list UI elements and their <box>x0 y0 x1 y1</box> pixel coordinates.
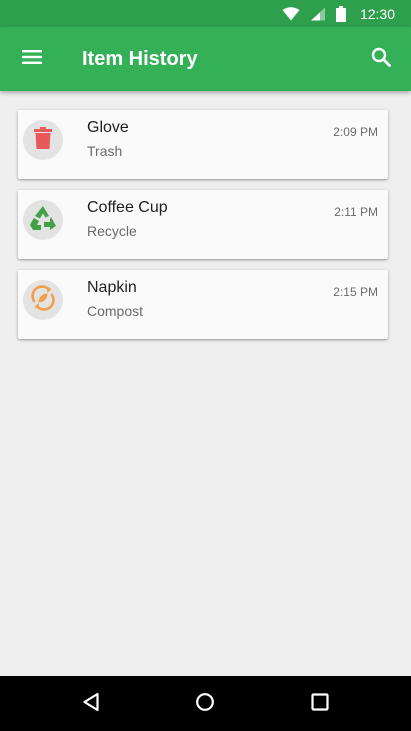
back-button[interactable] <box>74 687 108 721</box>
history-list: Glove Trash 2:09 PM Coffee Cup Recycle 2… <box>18 110 388 350</box>
item-avatar <box>23 120 63 160</box>
item-name: Glove <box>87 119 129 136</box>
navigation-bar <box>0 676 411 731</box>
recents-icon <box>311 692 329 716</box>
item-avatar <box>23 280 63 320</box>
item-category: Compost <box>87 303 144 319</box>
menu-button[interactable] <box>10 37 54 81</box>
wifi-icon <box>282 6 300 21</box>
recents-button[interactable] <box>303 687 337 721</box>
status-time: 12:30 <box>359 5 395 22</box>
history-item-glove[interactable]: Glove Trash 2:09 PM <box>18 110 388 179</box>
signal-icon <box>310 7 326 21</box>
search-icon <box>371 47 391 72</box>
home-icon <box>195 692 215 717</box>
battery-icon <box>335 5 346 22</box>
app-bar: Item History <box>0 27 411 91</box>
page-title: Item History <box>82 48 198 70</box>
menu-icon <box>22 49 42 69</box>
recycle-icon <box>29 205 57 236</box>
item-time: 2:09 PM <box>333 125 378 139</box>
history-item-coffee-cup[interactable]: Coffee Cup Recycle 2:11 PM <box>18 190 388 259</box>
status-icons: 12:30 <box>282 0 395 27</box>
history-item-napkin[interactable]: Napkin Compost 2:15 PM <box>18 270 388 339</box>
back-icon <box>82 692 100 717</box>
item-category: Trash <box>87 143 123 159</box>
item-name: Napkin <box>87 279 137 296</box>
item-category: Recycle <box>87 223 137 239</box>
item-avatar <box>23 200 63 240</box>
item-name: Coffee Cup <box>87 199 168 216</box>
status-bar: 12:30 <box>0 0 411 27</box>
compost-icon <box>29 284 57 317</box>
search-button[interactable] <box>359 37 403 81</box>
item-time: 2:15 PM <box>333 285 378 299</box>
home-button[interactable] <box>188 687 222 721</box>
item-time: 2:11 PM <box>334 205 378 219</box>
trash-can-icon <box>34 126 52 154</box>
